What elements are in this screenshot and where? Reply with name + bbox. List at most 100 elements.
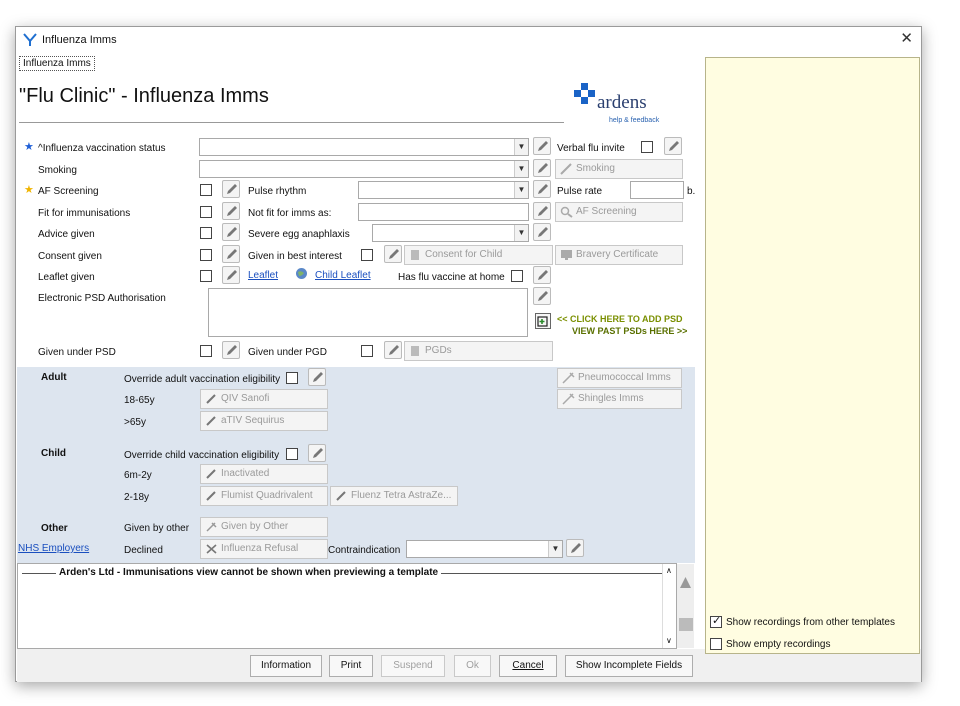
label-given-under-pgd: Given under PGD: [248, 347, 327, 358]
inactivated-label: Inactivated: [221, 468, 270, 479]
override-child-checkbox[interactable]: [286, 448, 298, 460]
edit-pen-icon[interactable]: [533, 287, 551, 305]
tab-influenza-imms[interactable]: Influenza Imms: [19, 56, 95, 71]
qiv-sanofi-button[interactable]: QIV Sanofi: [200, 389, 328, 409]
best-interest-checkbox[interactable]: [361, 249, 373, 261]
show-incomplete-fields-button[interactable]: Show Incomplete Fields: [565, 655, 693, 677]
globe-icon: [295, 267, 308, 283]
child-leaflet-link[interactable]: Child Leaflet: [315, 270, 371, 281]
edit-pen-icon[interactable]: [533, 159, 551, 177]
given-under-pgd-checkbox[interactable]: [361, 345, 373, 357]
flumist-button[interactable]: Flumist Quadrivalent: [200, 486, 328, 506]
edit-pen-icon[interactable]: [384, 341, 402, 359]
view-past-psd-link[interactable]: VIEW PAST PSDs HERE >>: [572, 326, 687, 336]
bravery-certificate-label: Bravery Certificate: [576, 249, 659, 260]
show-other-templates-checkbox[interactable]: [710, 614, 722, 628]
chevron-down-icon[interactable]: ▼: [548, 541, 562, 557]
severe-egg-combo[interactable]: ▼: [372, 224, 529, 242]
nhs-employers-link[interactable]: NHS Employers: [18, 543, 89, 554]
label-flu-at-home: Has flu vaccine at home: [398, 272, 505, 283]
label-severe-egg: Severe egg anaphlaxis: [248, 229, 350, 240]
chevron-down-icon[interactable]: ▼: [514, 161, 528, 177]
heading-divider: [19, 122, 564, 123]
override-adult-checkbox[interactable]: [286, 372, 298, 384]
message-scrollbar[interactable]: ∧ ∨: [662, 564, 676, 648]
edit-pen-icon[interactable]: [222, 266, 240, 284]
pulse-rhythm-combo[interactable]: ▼: [358, 181, 529, 199]
contraindication-combo[interactable]: ▼: [406, 540, 563, 558]
cancel-button[interactable]: Cancel: [499, 655, 557, 677]
syringe-icon: [205, 415, 218, 427]
influenza-refusal-button[interactable]: Influenza Refusal: [200, 539, 328, 559]
shingles-imms-button[interactable]: Shingles Imms: [557, 389, 682, 409]
edit-pen-icon[interactable]: [566, 539, 584, 557]
af-screening-checkbox[interactable]: [200, 184, 212, 196]
psd-authorisation-textarea[interactable]: [208, 288, 528, 337]
ativ-sequirus-label: aTIV Sequirus: [221, 415, 285, 426]
add-psd-link[interactable]: << CLICK HERE TO ADD PSD: [557, 314, 683, 324]
consent-given-checkbox[interactable]: [200, 249, 212, 261]
smoking-button[interactable]: Smoking: [555, 159, 683, 179]
fluenz-tetra-button[interactable]: Fluenz Tetra AstraZe...: [330, 486, 458, 506]
verbal-flu-invite-checkbox[interactable]: [641, 141, 653, 153]
label-best-interest: Given in best interest: [248, 251, 342, 262]
priority-star-icon: ★: [24, 184, 34, 196]
suspend-button[interactable]: Suspend: [381, 655, 445, 677]
close-icon[interactable]: ✕: [900, 30, 913, 48]
chevron-down-icon[interactable]: ▼: [514, 139, 528, 155]
pneumococcal-imms-button[interactable]: Pneumococcal Imms: [557, 368, 682, 388]
edit-pen-icon[interactable]: [533, 202, 551, 220]
edit-pen-icon[interactable]: [384, 245, 402, 263]
pulse-rate-unit: b.: [687, 186, 696, 197]
information-button[interactable]: Information: [250, 655, 322, 677]
calendar-icon[interactable]: [679, 618, 693, 631]
smoking-button-label: Smoking: [576, 163, 615, 174]
fit-immunisations-checkbox[interactable]: [200, 206, 212, 218]
given-under-psd-checkbox[interactable]: [200, 345, 212, 357]
scroll-up-icon[interactable]: ∧: [666, 566, 672, 575]
ativ-sequirus-button[interactable]: aTIV Sequirus: [200, 411, 328, 431]
scroll-down-icon[interactable]: ∨: [666, 636, 672, 645]
edit-pen-icon[interactable]: [222, 245, 240, 263]
label-adult-65: >65y: [124, 417, 146, 428]
edit-pen-icon[interactable]: [222, 180, 240, 198]
edit-pen-icon[interactable]: [664, 137, 682, 155]
smoking-combo[interactable]: ▼: [199, 160, 529, 178]
edit-pen-icon[interactable]: [533, 266, 551, 284]
given-by-other-button[interactable]: Given by Other: [200, 517, 328, 537]
add-psd-icon[interactable]: [535, 313, 551, 329]
edit-pen-icon[interactable]: [533, 180, 551, 198]
consent-for-child-button[interactable]: Consent for Child: [404, 245, 553, 265]
leaflet-given-checkbox[interactable]: [200, 270, 212, 282]
bravery-certificate-button[interactable]: Bravery Certificate: [555, 245, 683, 265]
influenza-refusal-label: Influenza Refusal: [221, 543, 299, 554]
edit-pen-icon[interactable]: [222, 202, 240, 220]
collapse-up-icon[interactable]: [679, 576, 692, 592]
af-screening-button[interactable]: AF Screening: [555, 202, 683, 222]
ardens-logo[interactable]: ardens help & feedback: [571, 79, 671, 125]
label-advice-given: Advice given: [38, 229, 95, 240]
inactivated-button[interactable]: Inactivated: [200, 464, 328, 484]
vaccination-status-combo[interactable]: ▼: [199, 138, 529, 156]
edit-pen-icon[interactable]: [533, 137, 551, 155]
pulse-rate-input[interactable]: [630, 181, 684, 199]
print-button[interactable]: Print: [329, 655, 373, 677]
ok-button[interactable]: Ok: [454, 655, 491, 677]
edit-pen-icon[interactable]: [533, 223, 551, 241]
edit-pen-icon[interactable]: [222, 223, 240, 241]
chevron-down-icon[interactable]: ▼: [514, 225, 528, 241]
edit-pen-icon[interactable]: [222, 341, 240, 359]
label-not-fit: Not fit for imms as:: [248, 208, 332, 219]
show-empty-recordings-checkbox[interactable]: [710, 638, 722, 650]
advice-given-checkbox[interactable]: [200, 227, 212, 239]
flu-at-home-checkbox[interactable]: [511, 270, 523, 282]
leaflet-link[interactable]: Leaflet: [248, 270, 278, 281]
not-fit-input[interactable]: [358, 203, 529, 221]
edit-pen-icon[interactable]: [308, 368, 326, 386]
edit-pen-icon[interactable]: [308, 444, 326, 462]
pgds-button[interactable]: PGDs: [404, 341, 553, 361]
syringe-icon: [562, 372, 575, 384]
ardens-app-icon: [23, 33, 37, 50]
chevron-down-icon[interactable]: ▼: [514, 182, 528, 198]
label-consent-given: Consent given: [38, 251, 102, 262]
